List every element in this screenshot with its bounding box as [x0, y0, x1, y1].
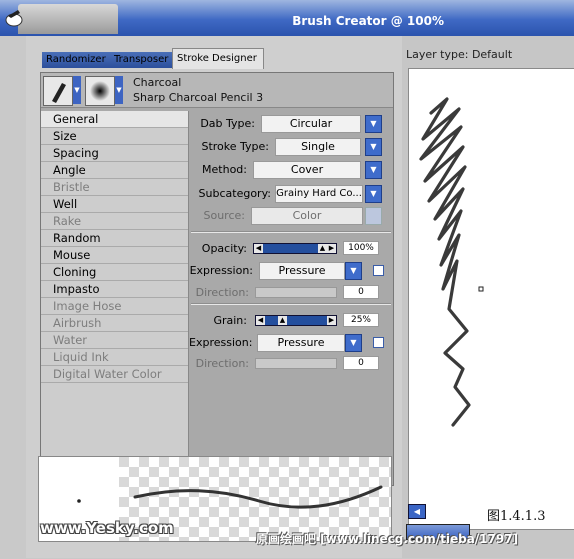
- window-tab[interactable]: [18, 4, 118, 34]
- grain-expression-label: Expression:: [189, 336, 253, 349]
- grain-invert-checkbox[interactable]: [373, 337, 384, 348]
- source-dropdown-button: [365, 207, 382, 225]
- brush-control-item[interactable]: Random: [41, 230, 188, 247]
- variant-dropdown[interactable]: ▼: [115, 76, 123, 104]
- watermark-linecg: 原画绘画吧 [www.linecg.com/tieba/1797]: [256, 532, 519, 546]
- opacity-value[interactable]: 100%: [343, 241, 379, 255]
- subcategory-dropdown-button[interactable]: ▼: [365, 185, 382, 203]
- grain-direction-slider: [255, 358, 337, 369]
- variant-name: Sharp Charcoal Pencil 3: [133, 91, 264, 104]
- opacity-slider[interactable]: ◀ ▲ ▶: [253, 243, 337, 254]
- figure-caption: 图1.4.1.3: [487, 509, 546, 524]
- slider-right-arrow-icon[interactable]: ▶: [327, 244, 336, 253]
- brush-control-list: General Size Spacing Angle Bristle Well Rake Ra…: [41, 111, 189, 483]
- opacity-expression-select[interactable]: Pressure: [259, 262, 345, 280]
- method-select[interactable]: Cover: [253, 161, 361, 179]
- opacity-direction-slider: [255, 287, 337, 298]
- brush-control-item: Airbrush: [41, 315, 188, 332]
- brush-control-item[interactable]: Impasto: [41, 281, 188, 298]
- divider: [191, 303, 391, 305]
- grain-slider[interactable]: ◀ ▲ ▶: [255, 315, 337, 326]
- brush-control-item: Water: [41, 332, 188, 349]
- brush-creator-panel: Randomizer Transposer Stroke Designer ▼ …: [26, 36, 402, 558]
- tab-randomizer[interactable]: Randomizer: [42, 52, 110, 68]
- category-name: Charcoal: [133, 76, 182, 89]
- subcategory-select[interactable]: Grainy Hard Co...: [275, 185, 363, 203]
- tab-transposer[interactable]: Transposer: [110, 52, 176, 68]
- slider-left-arrow-icon[interactable]: ◀: [254, 244, 263, 253]
- grain-direction-value[interactable]: 0: [343, 356, 379, 370]
- window-title: Brush Creator @ 100%: [292, 14, 444, 28]
- dab-type-dropdown-button[interactable]: ▼: [365, 115, 382, 133]
- method-label: Method:: [202, 163, 247, 176]
- method-dropdown-button[interactable]: ▼: [365, 161, 382, 179]
- category-dropdown[interactable]: ▼: [73, 76, 81, 104]
- scratch-pad-canvas[interactable]: 图1.4.1.3: [408, 68, 574, 530]
- watermark-yesky: www.Yesky.com: [40, 519, 174, 537]
- stroke-type-select[interactable]: Single: [275, 138, 361, 156]
- stroke-designer-pane: ▼ ▼ Charcoal Sharp Charcoal Pencil 3 Gen…: [40, 72, 394, 486]
- scribble-stroke: [419, 97, 484, 427]
- slider-left-arrow-icon[interactable]: ◀: [256, 316, 265, 325]
- source-label: Source:: [203, 209, 246, 222]
- source-select: Color: [251, 207, 363, 225]
- brush-control-item[interactable]: Cloning: [41, 264, 188, 281]
- variant-selector: ▼ ▼ Charcoal Sharp Charcoal Pencil 3: [41, 73, 393, 108]
- category-icon[interactable]: [43, 76, 73, 106]
- brush-control-item[interactable]: General: [41, 111, 188, 128]
- grain-label: Grain:: [213, 314, 247, 327]
- brush-control-item[interactable]: Well: [41, 196, 188, 213]
- subcategory-label: Subcategory:: [198, 187, 271, 200]
- dab-type-select[interactable]: Circular: [261, 115, 361, 133]
- slider-right-arrow-icon[interactable]: ▶: [327, 316, 336, 325]
- brush-control-item[interactable]: Spacing: [41, 145, 188, 162]
- opacity-label: Opacity:: [201, 242, 247, 255]
- painter-app-icon: [5, 10, 23, 27]
- brush-control-item[interactable]: Mouse: [41, 247, 188, 264]
- opacity-direction-label: Direction:: [195, 286, 249, 299]
- layer-type-label: Layer type: Default: [406, 48, 513, 61]
- brush-control-item: Image Hose: [41, 298, 188, 315]
- brush-control-item: Digital Water Color: [41, 366, 188, 383]
- grain-expression-select[interactable]: Pressure: [257, 334, 345, 352]
- brush-control-item[interactable]: Size: [41, 128, 188, 145]
- title-bar[interactable]: Brush Creator @ 100%: [0, 0, 574, 36]
- general-settings: Dab Type: Circular ▼ Stroke Type: Single…: [189, 111, 393, 483]
- scroll-left-button[interactable]: ◀: [408, 504, 426, 519]
- brush-control-item: Liquid Ink: [41, 349, 188, 366]
- brush-control-item: Bristle: [41, 179, 188, 196]
- opacity-expression-label: Expression:: [189, 264, 253, 277]
- grain-direction-label: Direction:: [195, 357, 249, 370]
- slider-thumb-icon[interactable]: ▲: [318, 244, 327, 253]
- brush-control-item: Rake: [41, 213, 188, 230]
- grain-expression-dropdown-button[interactable]: ▼: [345, 334, 362, 352]
- grain-value[interactable]: 25%: [343, 313, 379, 327]
- slider-thumb-icon[interactable]: ▲: [278, 316, 287, 325]
- tab-stroke-designer[interactable]: Stroke Designer: [172, 48, 264, 69]
- brush-control-item[interactable]: Angle: [41, 162, 188, 179]
- opacity-invert-checkbox[interactable]: [373, 265, 384, 276]
- divider: [191, 231, 391, 233]
- dab-type-label: Dab Type:: [200, 117, 255, 130]
- opacity-direction-value[interactable]: 0: [343, 285, 379, 299]
- stroke-type-dropdown-button[interactable]: ▼: [365, 138, 382, 156]
- opacity-expression-dropdown-button[interactable]: ▼: [345, 262, 362, 280]
- dab-preview-icon: [90, 81, 110, 101]
- canvas-panel: Layer type: Default 图1.4.1.3 ◀: [402, 36, 574, 558]
- charcoal-stick-icon: [52, 83, 66, 103]
- stroke-type-label: Stroke Type:: [201, 140, 269, 153]
- variant-icon[interactable]: [85, 76, 115, 106]
